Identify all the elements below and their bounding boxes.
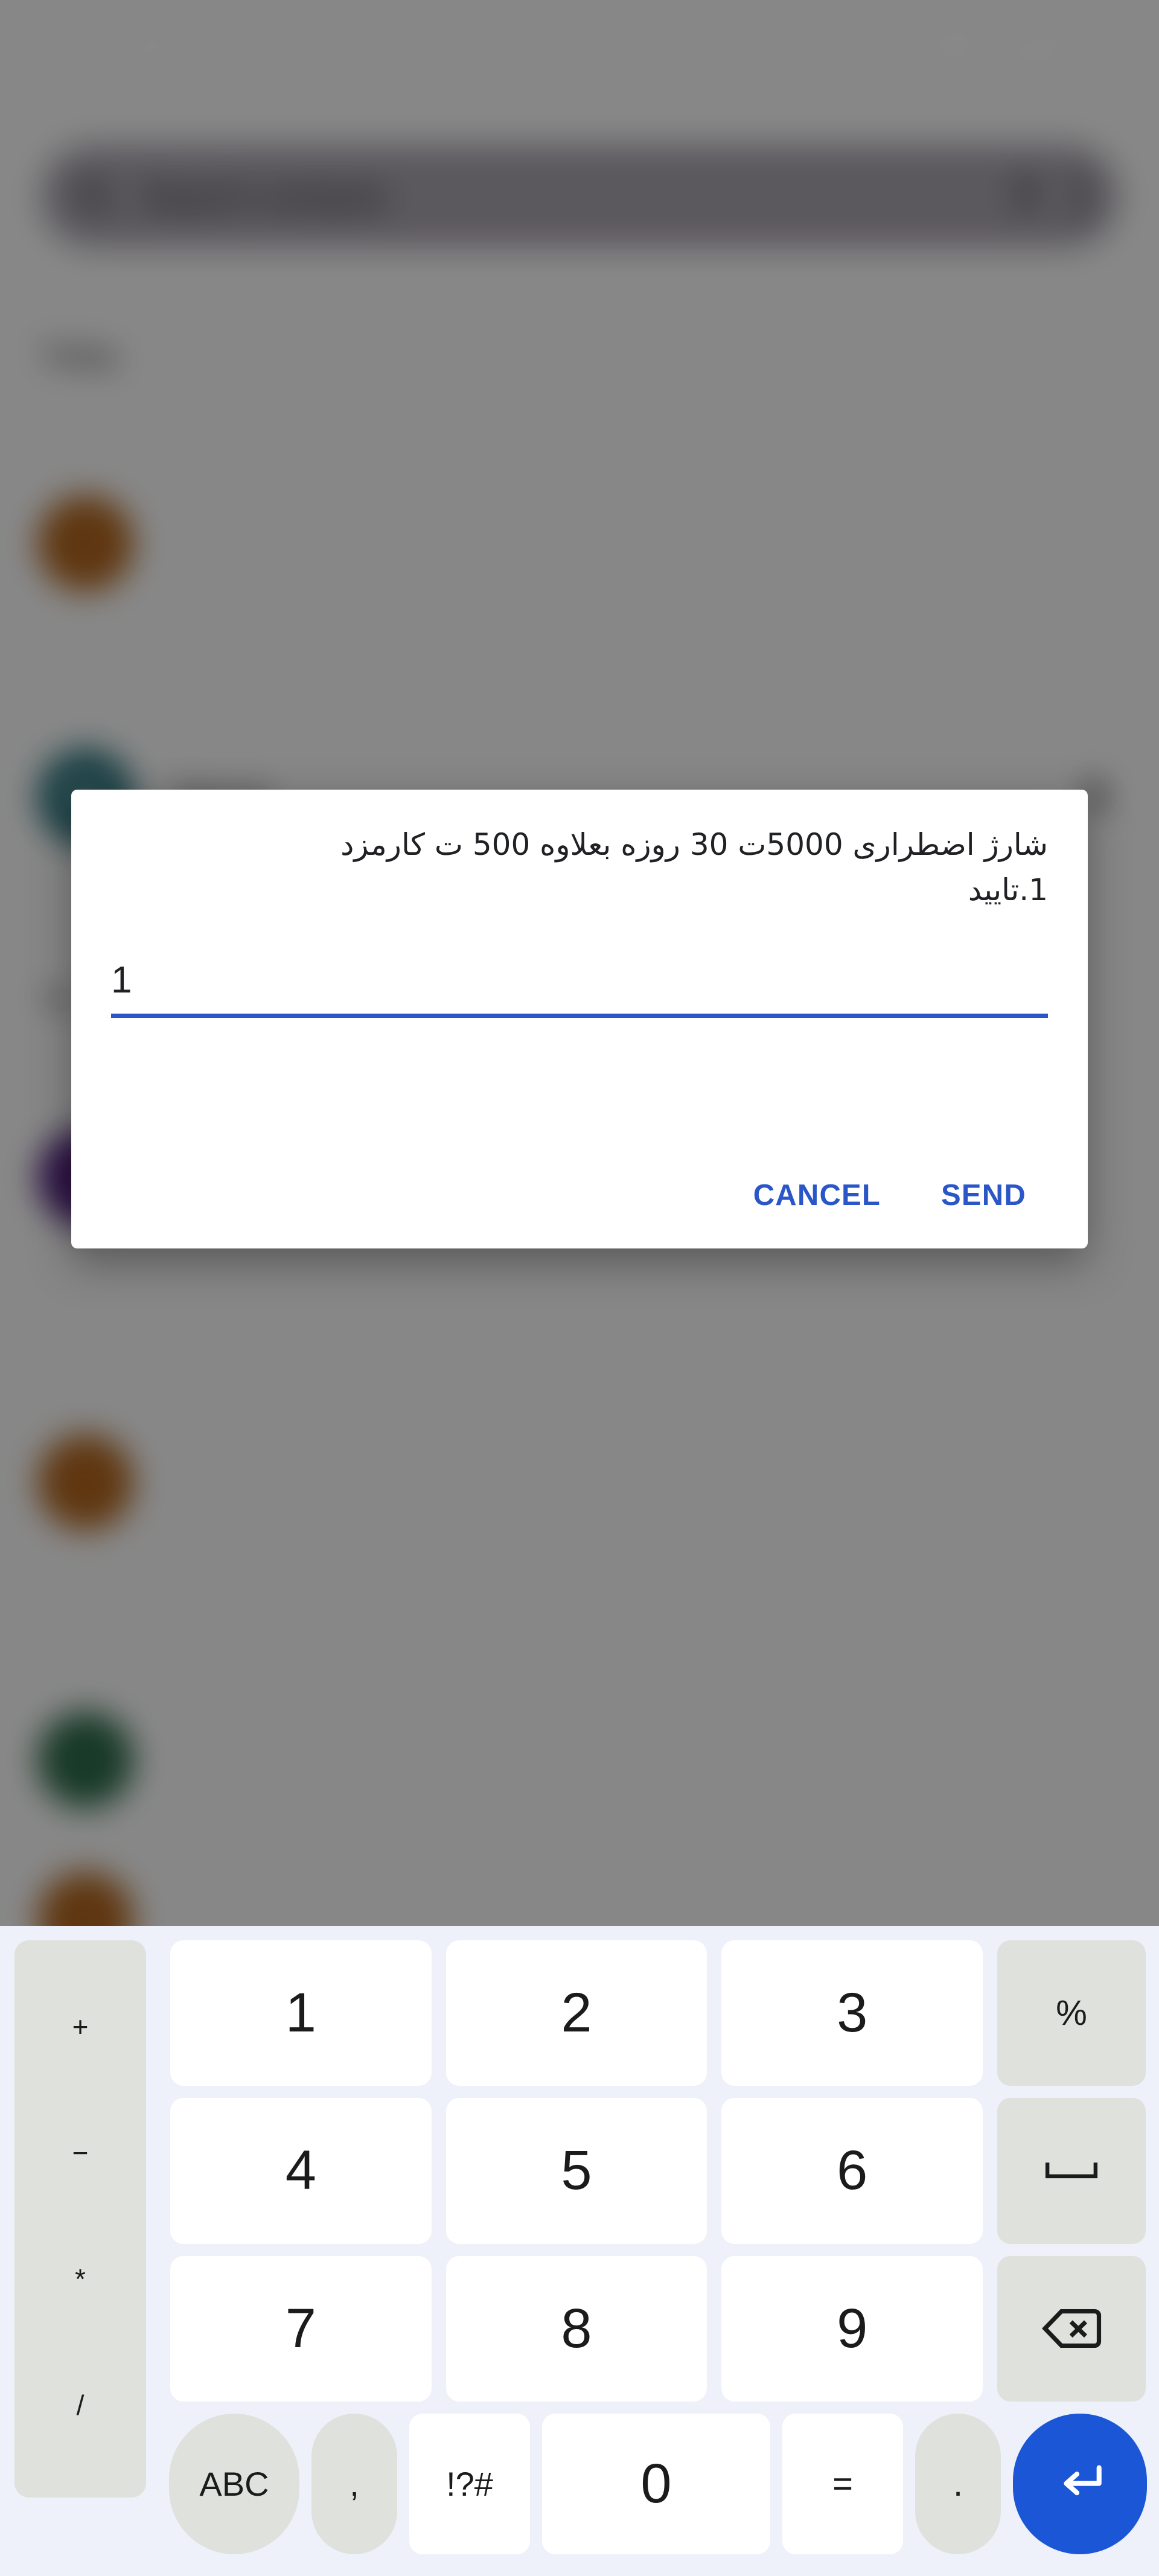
keyboard-row-4: ABC , !?# 0 = . [163,2408,1153,2565]
key-5[interactable]: 5 [445,2098,707,2244]
key-3[interactable]: 3 [721,1940,983,2086]
keyboard-row-1: 1 2 3 % [163,1934,1153,2092]
minus-key[interactable]: − [72,2139,89,2167]
key-9[interactable]: 9 [721,2255,983,2402]
dialog-input[interactable]: 1 [111,961,132,999]
key-2[interactable]: 2 [445,1940,707,2086]
operator-key-group[interactable]: + − * / [14,1940,146,2498]
key-period[interactable]: . [915,2413,1001,2554]
key-8[interactable]: 8 [445,2255,707,2402]
dialog-actions: CANCEL SEND [111,1163,1048,1228]
keyboard-row-3: 7 8 9 [163,2250,1153,2408]
key-7[interactable]: 7 [170,2255,432,2402]
key-4[interactable]: 4 [170,2098,432,2244]
keyboard-row-2: 4 5 6 [163,2092,1153,2249]
asterisk-key[interactable]: * [75,2265,86,2293]
slash-key[interactable]: / [77,2391,85,2419]
key-percent[interactable]: % [997,1940,1146,2086]
space-icon[interactable] [997,2098,1146,2244]
numeric-keyboard: + − * / 1 2 3 % 4 5 6 7 8 9 ABC , !?# 0 … [0,1926,1159,2576]
send-button[interactable]: SEND [919,1163,1048,1228]
key-0[interactable]: 0 [542,2413,770,2554]
phone-screen: 12:25 34% Search contacts Today Ye شارژ … [0,0,1159,2576]
key-equals[interactable]: = [782,2413,903,2554]
plus-key[interactable]: + [72,2013,89,2041]
keyboard-operator-column: + − * / [6,1934,155,2565]
cancel-button[interactable]: CANCEL [732,1163,902,1228]
symbols-layout-key[interactable]: !?# [409,2413,530,2554]
sms-reply-dialog: شارژ اضطراری 5000ت 30 روزه بعلاوه 500 ت … [71,790,1088,1248]
key-comma[interactable]: , [311,2413,397,2554]
dialog-text-field[interactable]: 1 [111,947,1048,1018]
key-1[interactable]: 1 [170,1940,432,2086]
backspace-icon[interactable] [997,2255,1146,2402]
abc-layout-key[interactable]: ABC [169,2413,299,2554]
enter-icon[interactable] [1013,2413,1147,2554]
key-6[interactable]: 6 [721,2098,983,2244]
keyboard-main-grid: 1 2 3 % 4 5 6 7 8 9 ABC , !?# 0 = . [163,1934,1153,2565]
dialog-message: شارژ اضطراری 5000ت 30 روزه بعلاوه 500 ت … [340,827,1048,907]
